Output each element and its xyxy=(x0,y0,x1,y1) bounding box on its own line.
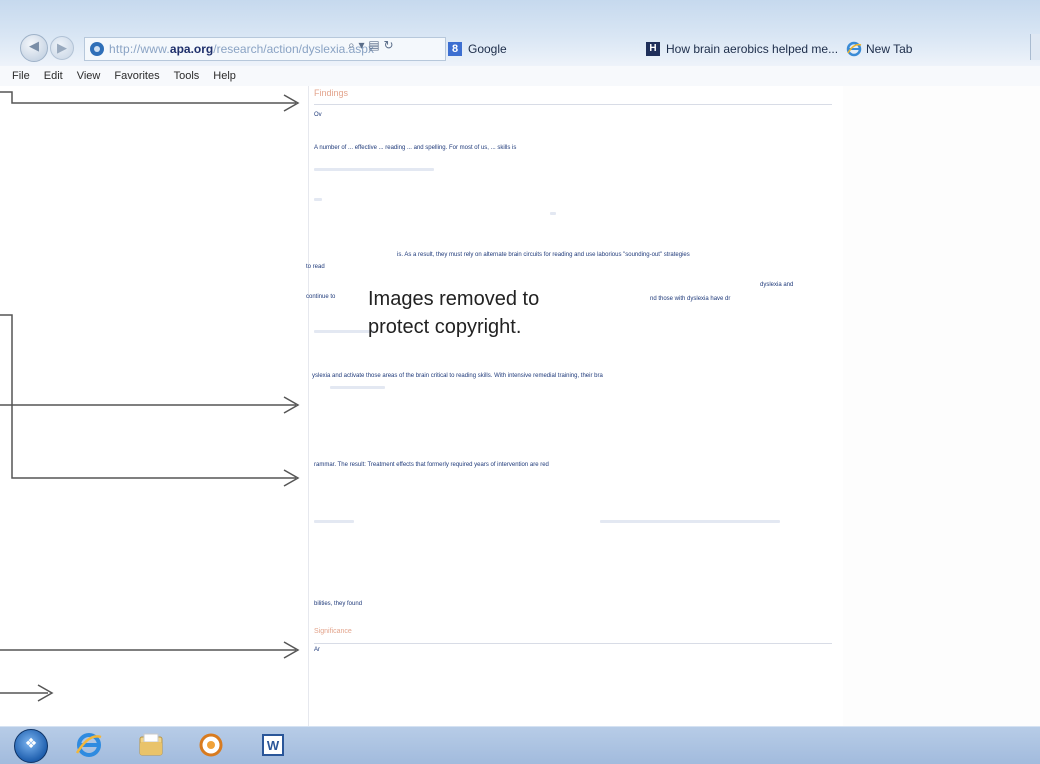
menu-favorites[interactable]: Favorites xyxy=(114,70,159,82)
url-host: apa.org xyxy=(169,42,214,56)
significance-heading: Significance xyxy=(314,628,352,635)
taskbar-internet-explorer[interactable] xyxy=(68,730,110,760)
arrowhead-significance xyxy=(283,641,300,659)
huffpost-icon: H xyxy=(646,42,660,56)
tab-strip-edge xyxy=(1030,34,1040,60)
google-icon: 8 xyxy=(448,42,462,56)
paragraph-line: Ov xyxy=(314,112,322,118)
taskbar-file-explorer[interactable] xyxy=(130,730,172,760)
tab-new-tab[interactable]: New Tab xyxy=(846,38,912,60)
back-button[interactable]: ◀ xyxy=(20,34,48,62)
menu-edit[interactable]: Edit xyxy=(44,70,63,82)
taskbar-media-player[interactable] xyxy=(190,730,232,760)
findings-divider xyxy=(314,104,832,105)
paragraph-line: is. As a result, they must rely on alter… xyxy=(397,252,690,258)
paragraph-line: bilities, they found xyxy=(314,601,363,607)
menu-tools[interactable]: Tools xyxy=(174,70,200,82)
site-favicon-icon xyxy=(90,42,104,56)
menu-help[interactable]: Help xyxy=(213,70,236,82)
faded-text xyxy=(550,212,556,215)
windows-logo-icon: ❖ xyxy=(24,736,38,752)
url-scheme: http://www. xyxy=(109,42,170,56)
ie-icon xyxy=(846,41,862,57)
word-icon: W xyxy=(262,734,284,756)
faded-text xyxy=(330,386,385,389)
arrow-findings xyxy=(0,91,296,104)
arrowhead-bottom xyxy=(37,684,54,702)
windows-taskbar: ❖ W xyxy=(0,726,1040,764)
paragraph-line: rammar. The result: Treatment effects th… xyxy=(314,462,549,468)
right-side-panel xyxy=(843,86,1040,726)
browser-titlebar: ◀ ▶ http://www. apa.org /research/action… xyxy=(0,0,1040,66)
svg-text:W: W xyxy=(267,738,280,753)
paragraph-line: nd those with dyslexia have dr xyxy=(650,296,731,302)
paragraph-line: Ar xyxy=(314,647,320,653)
arrow-bracket xyxy=(0,314,296,479)
paragraph-line: to read xyxy=(306,264,325,270)
taskbar-microsoft-word[interactable]: W xyxy=(252,730,294,760)
paragraph-line: continue to xyxy=(306,294,336,300)
media-player-icon xyxy=(199,733,223,757)
faded-text xyxy=(314,520,354,523)
tab-google[interactable]: 8 Google xyxy=(448,38,507,60)
significance-divider xyxy=(314,643,832,644)
copyright-notice: Images removed to protect copyright. xyxy=(368,288,540,338)
menu-view[interactable]: View xyxy=(77,70,101,82)
faded-text xyxy=(314,168,434,171)
arrowhead-findings xyxy=(283,94,300,112)
web-page-content xyxy=(308,86,844,726)
faded-text xyxy=(314,198,322,201)
tab-label: Google xyxy=(468,42,507,56)
back-arrow-icon: ◀ xyxy=(29,39,39,54)
faded-text xyxy=(600,520,780,523)
menu-bar: File Edit View Favorites Tools Help xyxy=(0,66,1040,86)
faded-text xyxy=(314,330,374,333)
tab-label: How brain aerobics helped me... xyxy=(666,42,839,56)
arrowhead-bracket-lower xyxy=(283,469,300,487)
forward-button[interactable]: ▶ xyxy=(50,36,74,60)
forward-arrow-icon: ▶ xyxy=(57,41,67,56)
folder-icon xyxy=(139,733,163,756)
paragraph-line: yslexia and activate those areas of the … xyxy=(312,373,603,379)
start-button[interactable]: ❖ xyxy=(14,729,48,763)
paragraph-line: A number of ... effective ... reading ..… xyxy=(314,145,517,151)
arrowhead-middle xyxy=(283,396,300,414)
menu-file[interactable]: File xyxy=(12,70,30,82)
tab-brain-aerobics[interactable]: H How brain aerobics helped me... xyxy=(646,38,838,60)
address-controls-icons[interactable]: ⌕ ▾ ▤ ↻ xyxy=(348,38,394,53)
internet-explorer-icon xyxy=(75,733,102,757)
paragraph-line: dyslexia and xyxy=(760,282,794,288)
tab-label: New Tab xyxy=(866,42,913,56)
findings-heading: Findings xyxy=(314,88,349,98)
